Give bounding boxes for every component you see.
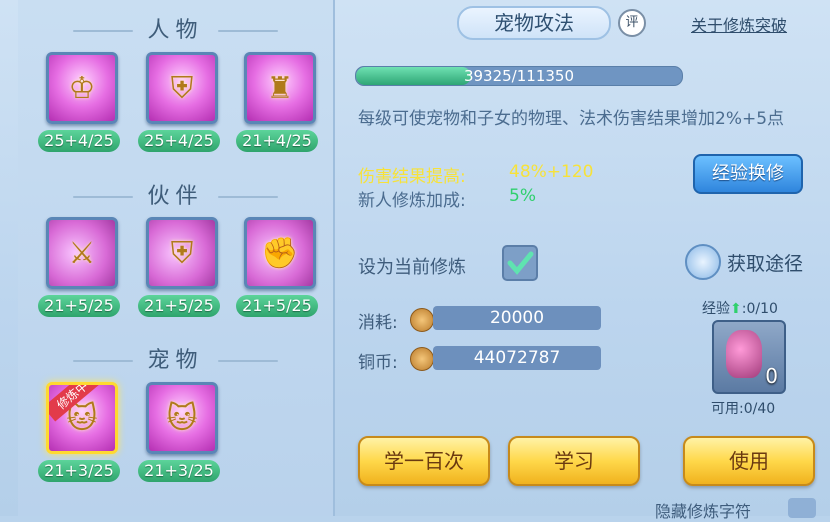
- skill-person-1[interactable]: ♔: [46, 52, 118, 124]
- skill-description: 每级可使宠物和子女的物理、法术伤害结果增加2%+5点: [358, 109, 785, 129]
- beast-gauntlet-icon: ✊: [261, 235, 299, 271]
- shield-warrior-icon: ⛨: [170, 70, 194, 106]
- item-exp-value: :0/10: [741, 301, 778, 317]
- item-usable: 可用:0/40: [711, 401, 776, 417]
- cat-shield-icon: 🐱: [166, 400, 198, 436]
- exp-exchange-button[interactable]: 经验换修: [693, 154, 803, 194]
- section-title-person: 人物: [18, 12, 333, 44]
- learn-button[interactable]: 学习: [508, 436, 640, 486]
- coin-icon: [410, 308, 434, 332]
- set-current-checkbox[interactable]: [502, 245, 538, 281]
- cultivation-categories: 人物 ♔ ⛨ ♜ 25+4/25 25+4/25 21+4/25 伙伴 ⚔ ⛨ …: [18, 0, 335, 516]
- coin-icon: [410, 347, 434, 371]
- copper-label: 铜币:: [358, 353, 398, 373]
- vase-icon: [726, 330, 762, 378]
- golden-armor-figure-icon: ♔: [68, 70, 96, 106]
- tab-title: 宠物攻法: [457, 6, 611, 40]
- damage-value: 48%+120: [509, 162, 594, 182]
- damage-label: 伤害结果提高:: [358, 167, 466, 187]
- skill-pet-1[interactable]: 🐱 修炼中: [46, 382, 118, 454]
- item-count: 0: [765, 364, 778, 388]
- cost-label: 消耗:: [358, 313, 398, 333]
- newbie-bonus-label: 新人修炼加成:: [358, 191, 466, 211]
- get-path-label[interactable]: 获取途径: [727, 249, 803, 276]
- section-title-partner: 伙伴: [18, 178, 333, 210]
- book-icon[interactable]: [685, 244, 721, 280]
- hide-label: 隐藏修炼字符: [655, 502, 752, 521]
- learn-hundred-button[interactable]: 学一百次: [358, 436, 490, 486]
- item-exp: 经验⬆:0/10: [702, 298, 778, 318]
- armored-knight-icon: ♜: [266, 70, 294, 106]
- beast-shield-icon: ⛨: [170, 235, 194, 271]
- skill-pet-2[interactable]: 🐱: [146, 382, 218, 454]
- breakthrough-link[interactable]: 关于修炼突破: [691, 12, 787, 36]
- copper-value: 44072787: [433, 346, 601, 370]
- skill-partner-3[interactable]: ✊: [244, 217, 316, 289]
- skill-partner-1[interactable]: ⚔: [46, 217, 118, 289]
- skill-level: 25+4/25: [138, 130, 220, 152]
- arrow-up-icon: ⬆: [730, 301, 742, 317]
- skill-level: 21+5/25: [138, 295, 220, 317]
- use-button[interactable]: 使用: [683, 436, 815, 486]
- skill-level: 25+4/25: [38, 130, 120, 152]
- section-title-pet: 宠物: [18, 342, 333, 374]
- set-current-label: 设为当前修炼: [358, 257, 466, 278]
- exp-progress-text: 39325/111350: [463, 67, 575, 85]
- skill-partner-2[interactable]: ⛨: [146, 217, 218, 289]
- skill-level: 21+4/25: [236, 130, 318, 152]
- item-exp-label: 经验: [702, 301, 730, 317]
- skill-level: 21+3/25: [38, 460, 120, 482]
- hide-checkbox[interactable]: [788, 498, 816, 518]
- exp-progress-bar: 39325/111350: [355, 66, 683, 86]
- check-icon: [507, 251, 534, 275]
- cultivation-detail: 宠物攻法 评 关于修炼突破 39325/111350 每级可使宠物和子女的物理、…: [335, 0, 830, 521]
- review-badge[interactable]: 评: [618, 9, 646, 37]
- cost-value: 20000: [433, 306, 601, 330]
- skill-person-3[interactable]: ♜: [244, 52, 316, 124]
- skill-level: 21+3/25: [138, 460, 220, 482]
- skill-level: 21+5/25: [38, 295, 120, 317]
- beast-sword-icon: ⚔: [68, 235, 96, 271]
- skill-level: 21+5/25: [236, 295, 318, 317]
- pet-cultivation-panel: 人物 ♔ ⛨ ♜ 25+4/25 25+4/25 21+4/25 伙伴 ⚔ ⛨ …: [0, 0, 830, 521]
- newbie-bonus-value: 5%: [509, 186, 536, 206]
- skill-person-2[interactable]: ⛨: [146, 52, 218, 124]
- item-slot[interactable]: 0: [712, 320, 786, 394]
